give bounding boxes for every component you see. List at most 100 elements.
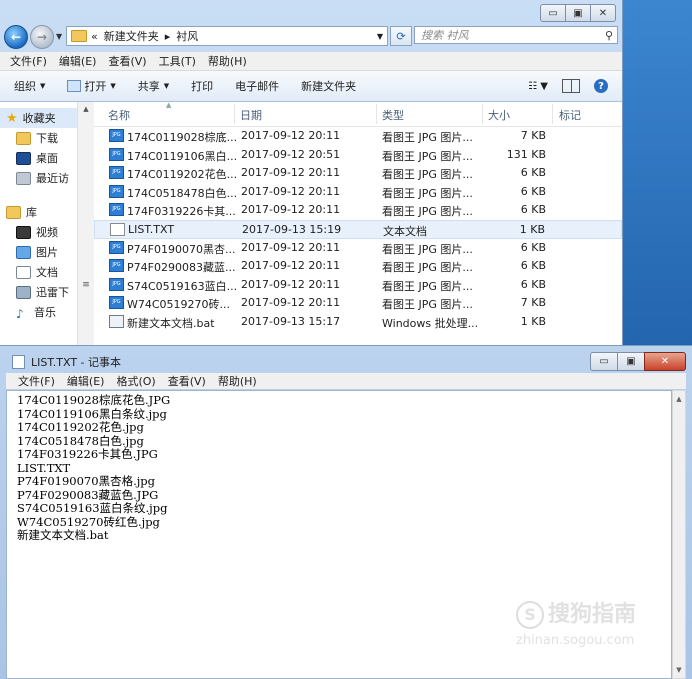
star-icon: ★ [6, 110, 18, 126]
table-row[interactable]: JPG 174C0119106黑白... 2017-09-12 20:51 看图王 J… [94, 146, 622, 165]
np-menu-view[interactable]: 查看(V) [168, 373, 206, 389]
close-button[interactable]: ✕ [590, 4, 616, 22]
np-menu-edit[interactable]: 编辑(E) [67, 373, 105, 389]
jpg-icon: JPG [109, 277, 124, 291]
table-row[interactable]: JPG 174F0319226卡其... 2017-09-12 20:11 看图王 J… [94, 201, 622, 220]
address-bar[interactable]: « 新建文件夹 ▸ 衬风 ▼ [66, 26, 388, 46]
table-row[interactable]: LIST.TXT 2017-09-13 15:19 文本文档 1 KB [94, 219, 622, 239]
jpg-icon: JPG [109, 129, 124, 142]
refresh-button[interactable]: ⟳ [390, 26, 412, 46]
file-type: 看图王 JPG 图片... [382, 261, 473, 275]
column-name[interactable]: 名称 [108, 107, 130, 123]
address-segment-parent[interactable]: 新建文件夹 [104, 28, 159, 44]
scroll-up-icon[interactable]: ▲ [78, 102, 94, 116]
notepad-text-lines: 174C0119028棕底花色.JPG 174C0119106黑白条纹.jpg 17… [17, 393, 671, 543]
watermark-brand: 搜狗指南 [548, 602, 637, 627]
menu-file[interactable]: 文件(F) [10, 53, 47, 69]
change-view-button[interactable]: ☷ ▼ [528, 81, 548, 92]
file-size: 131 KB [506, 147, 546, 161]
forward-button[interactable]: → [30, 25, 54, 49]
library-icon [6, 205, 21, 219]
address-overflow[interactable]: « [91, 30, 98, 43]
navigation-pane-scrollbar[interactable]: ▲ ≡ [77, 102, 94, 345]
address-segment-current[interactable]: 衬风 [176, 28, 198, 44]
text-line: LIST.TXT [17, 460, 71, 475]
table-row[interactable]: JPG P74F0190070黑杏... 2017-09-12 20:11 看图王 J… [94, 239, 622, 258]
file-size: 6 KB [520, 259, 546, 273]
back-button[interactable]: ← [4, 25, 28, 49]
np-menu-format[interactable]: 格式(O) [116, 373, 155, 389]
file-date: 2017-09-12 20:11 [241, 166, 341, 180]
text-line: 174C0119106黑白条纹.jpg [17, 406, 167, 421]
nav-desktop-label: 桌面 [36, 152, 58, 165]
table-row[interactable]: 新建文本文档.bat 2017-09-13 15:17 Windows 批处理...… [94, 313, 622, 332]
menu-tools[interactable]: 工具(T) [159, 53, 196, 69]
file-size: 7 KB [520, 129, 546, 142]
file-size: 6 KB [520, 240, 546, 254]
table-row[interactable]: JPG 174C0119202花色... 2017-09-12 20:11 看图王 J… [94, 164, 622, 183]
pictures-library-icon [16, 245, 31, 259]
menu-help[interactable]: 帮助(H) [208, 53, 247, 69]
open-button[interactable]: 打开 ▼ [67, 78, 116, 94]
chevron-down-icon: ▼ [110, 82, 116, 90]
notepad-minimize-button[interactable]: ▭ [590, 352, 618, 371]
column-divider[interactable] [234, 104, 235, 124]
toolbar-right-group: ☷ ▼ ? [514, 79, 608, 93]
column-date[interactable]: 日期 [240, 107, 262, 123]
scroll-up-icon[interactable]: ▲ [673, 395, 685, 403]
downloads-folder-icon [16, 131, 31, 145]
music-note-icon: ♪ [16, 306, 24, 321]
jpg-icon: JPG [109, 203, 124, 217]
recent-pages-dropdown-icon[interactable]: ▼ [56, 32, 62, 41]
notepad-maximize-button[interactable]: ▣ [617, 352, 645, 371]
column-type[interactable]: 类型 [382, 107, 404, 123]
chevron-down-icon: ▼ [163, 82, 170, 90]
email-button[interactable]: 电子邮件 [235, 78, 279, 94]
bat-icon [109, 314, 124, 328]
notepad-title-bar: LIST.TXT - 记事本 [12, 354, 121, 370]
table-row[interactable]: JPG 174C0518478白色... 2017-09-12 20:11 看图王 J… [94, 183, 622, 202]
column-divider[interactable] [482, 104, 483, 124]
documents-library-icon [16, 265, 31, 279]
desktop-icon [16, 151, 31, 165]
explorer-menu-bar: 文件(F) 编辑(E) 查看(V) 工具(T) 帮助(H) [0, 52, 622, 71]
search-icon[interactable]: ⚲ [605, 29, 613, 42]
scroll-thumb-grip-icon[interactable]: ≡ [78, 280, 94, 290]
address-separator-icon[interactable]: ▸ [165, 30, 171, 43]
table-row[interactable]: JPG 174C0119028棕底... 2017-09-12 20:11 看图王 J… [94, 127, 622, 146]
txt-icon [110, 222, 125, 236]
email-label: 电子邮件 [235, 80, 280, 93]
menu-view[interactable]: 查看(V) [108, 53, 146, 69]
table-row[interactable]: JPG S74C0519163蓝白... 2017-09-12 20:11 看图王 J… [94, 276, 622, 295]
help-icon[interactable]: ? [594, 79, 608, 93]
notepad-icon [12, 355, 25, 369]
watermark-url: zhinan.sogou.com [516, 633, 635, 648]
search-input[interactable]: 搜索 衬风 ⚲ [414, 26, 618, 44]
notepad-close-button[interactable]: ✕ [644, 352, 686, 371]
share-button[interactable]: 共享 ▼ [138, 78, 169, 94]
table-row[interactable]: JPG P74F0290083藏蓝... 2017-09-12 20:11 看图王 J… [94, 257, 622, 276]
scroll-down-icon[interactable]: ▼ [673, 666, 685, 674]
column-divider[interactable] [376, 104, 377, 124]
print-button[interactable]: 打印 [191, 78, 213, 94]
column-size[interactable]: 大小 [488, 107, 510, 123]
text-line: 新建文本文档.bat [17, 528, 109, 542]
column-divider[interactable] [552, 104, 553, 124]
new-folder-button[interactable]: 新建文件夹 [301, 78, 356, 94]
address-dropdown-icon[interactable]: ▼ [377, 32, 383, 41]
jpg-icon: JPG [109, 166, 124, 180]
file-date: 2017-09-13 15:17 [241, 314, 341, 328]
folder-icon [71, 30, 87, 42]
np-menu-help[interactable]: 帮助(H) [218, 373, 257, 389]
column-tags[interactable]: 标记 [559, 107, 581, 123]
jpg-icon: JPG [109, 147, 124, 161]
maximize-button[interactable]: ▣ [565, 4, 591, 22]
organize-button[interactable]: 组织 ▼ [14, 78, 45, 94]
notepad-title: LIST.TXT - 记事本 [31, 356, 122, 369]
table-row[interactable]: JPG W74C0519270砖... 2017-09-12 20:11 看图王 JP… [94, 294, 622, 313]
text-line: 174C0119202花色.jpg [17, 420, 144, 434]
preview-pane-icon[interactable] [562, 79, 580, 93]
minimize-button[interactable]: ▭ [540, 4, 566, 22]
np-menu-file[interactable]: 文件(F) [18, 373, 55, 389]
menu-edit[interactable]: 编辑(E) [59, 53, 97, 69]
